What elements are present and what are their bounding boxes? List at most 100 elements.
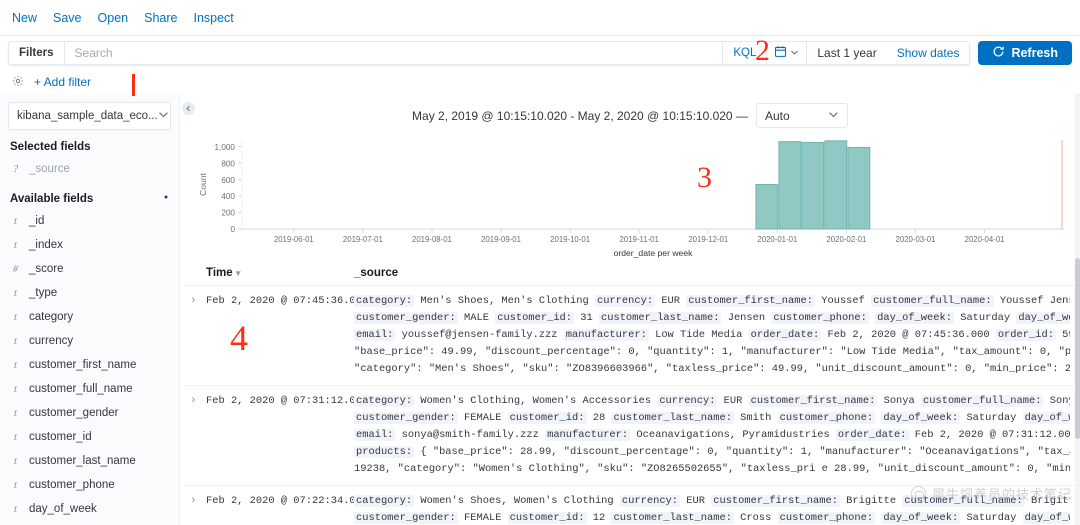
field-item-_score[interactable]: # _score [8, 257, 171, 281]
time-range-label: May 2, 2019 @ 10:15:10.020 - May 2, 2020… [412, 108, 748, 123]
field-type-icon: t [14, 479, 17, 491]
field-item-currency[interactable]: t currency [8, 329, 171, 353]
y-axis-tick-label: 800 [221, 159, 235, 168]
sidebar-collapse-button[interactable] [182, 102, 195, 115]
available-fields-list: t _id t _index # _score t _type t catego… [8, 209, 171, 525]
source-line: customer_gender: FEMALE customer_id: 12 … [354, 510, 1070, 525]
table-row[interactable]: › Feb 2, 2020 @ 07:22:34.000 category: Wom… [184, 485, 1080, 525]
chart-bar[interactable] [847, 146, 871, 230]
expand-row-icon[interactable]: › [184, 495, 197, 507]
gear-icon[interactable] [12, 75, 24, 90]
kql-toggle-button[interactable]: KQL [722, 42, 766, 64]
add-filter-button[interactable]: + Add filter [34, 75, 91, 89]
field-name: customer_gender [29, 407, 119, 419]
source-field-value: MALE [457, 312, 496, 324]
field-item-day_of_week[interactable]: t day_of_week [8, 497, 171, 521]
column-header-source[interactable]: _source [354, 262, 1080, 286]
calendar-icon [774, 45, 787, 61]
source-field-value: "base_price": 49.99, "discount_percentag… [354, 346, 1070, 358]
field-item-customer_full_name[interactable]: t customer_full_name [8, 377, 171, 401]
calendar-quick-select-button[interactable] [767, 42, 808, 64]
field-item-customer_last_name[interactable]: t customer_last_name [8, 449, 171, 473]
expand-row-icon[interactable]: › [184, 395, 197, 407]
nav-link-share[interactable]: Share [144, 11, 177, 25]
field-item-_id[interactable]: t _id [8, 209, 171, 233]
field-item-customer_id[interactable]: t customer_id [8, 425, 171, 449]
source-field-value: Oceanavigations, Pyramidustries [630, 429, 836, 441]
query-bar: Filters Search KQL Last 1 year Show date… [0, 36, 1080, 70]
field-settings-gear-icon[interactable] [161, 192, 171, 205]
x-axis-tick-label: 2019-06-01 [274, 235, 314, 244]
source-field-value: Men's Shoes, Men's Clothing [414, 295, 595, 307]
nav-link-save[interactable]: Save [53, 11, 82, 25]
expand-cell: › [184, 285, 206, 386]
content-panel: May 2, 2019 @ 10:15:10.020 - May 2, 2020… [180, 94, 1080, 525]
source-field-value: Smith [733, 412, 778, 424]
filters-button[interactable]: Filters [9, 42, 65, 64]
x-axis-tick-label: 2020-03-01 [896, 235, 936, 244]
x-axis-tick-label: 2019-11-01 [620, 235, 659, 244]
source-field-key: currency: [657, 395, 718, 407]
source-field-key: customer_gender: [354, 512, 458, 524]
nav-link-new[interactable]: New [12, 11, 37, 25]
field-item-_index[interactable]: t _index [8, 233, 171, 257]
source-field-value: 19238, "category": "Women's Clothing", "… [354, 463, 1070, 475]
field-item-customer_first_name[interactable]: t customer_first_name [8, 353, 171, 377]
search-input[interactable]: Search [65, 42, 723, 64]
source-field-key: day_of_week_i: [1022, 412, 1070, 424]
source-line: "base_price": 49.99, "discount_percentag… [354, 344, 1070, 361]
field-name: category [29, 311, 74, 323]
source-line: "category": "Men's Shoes", "sku": "ZO839… [354, 361, 1070, 378]
expand-cell: › [184, 385, 206, 486]
field-item-_source[interactable]: ? _source [8, 157, 171, 181]
sort-arrow-icon[interactable]: ▾ [236, 268, 241, 278]
source-line: products: { "base_price": 28.99, "discou… [354, 444, 1070, 461]
index-pattern-label: kibana_sample_data_eco... [17, 110, 158, 122]
interval-value: Auto [764, 108, 790, 123]
vertical-scrollbar-track[interactable] [1075, 94, 1080, 525]
source-field-key: customer_first_name: [686, 295, 815, 307]
source-line: email: sonya@smith-family.zzz manufactur… [354, 427, 1070, 444]
interval-select[interactable]: Auto [755, 103, 848, 128]
histogram-chart[interactable]: 0 200 400 600 800 1,000 Count 2019-06-01 2019-07… [180, 134, 1080, 262]
refresh-label: Refresh [1011, 46, 1058, 60]
table-row[interactable]: › Feb 2, 2020 @ 07:31:12.000 category: Wom… [184, 385, 1080, 486]
source-field-key: day_of_week: [881, 412, 961, 424]
source-field-key: customer_phone: [777, 412, 876, 424]
field-item-day_of_week_i[interactable]: # day_of_week_i [8, 521, 171, 525]
source-field-value: sonya@smith-family.zzz [395, 429, 546, 441]
chart-bar[interactable] [801, 141, 825, 230]
field-type-icon: t [14, 215, 17, 227]
chart-bar[interactable] [778, 141, 802, 230]
expand-row-icon[interactable]: › [184, 295, 197, 307]
selected-fields-list: ? _source [8, 157, 171, 181]
documents-table-container: Time ▾ _source › Feb 2, 2020 @ 07:45:36.0… [180, 262, 1080, 525]
main-area: kibana_sample_data_eco... Selected field… [0, 94, 1080, 525]
nav-link-open[interactable]: Open [98, 11, 129, 25]
field-name: currency [29, 335, 74, 347]
source-cell: category: Women's Shoes, Women's Clothin… [354, 485, 1080, 525]
time-cell: Feb 2, 2020 @ 07:45:36.000 [206, 285, 368, 386]
source-field-key: manufacturer: [545, 429, 631, 441]
table-row[interactable]: › Feb 2, 2020 @ 07:45:36.000 category: Men… [184, 285, 1080, 386]
source-field-key: customer_id: [507, 512, 587, 524]
chart-bar[interactable] [755, 184, 779, 230]
refresh-button[interactable]: Refresh [978, 41, 1072, 65]
date-picker: Last 1 year Show dates [766, 42, 969, 64]
field-type-icon: ? [12, 163, 19, 175]
chart-bar[interactable] [824, 140, 848, 230]
source-field-value: EUR [680, 495, 712, 507]
histogram-svg[interactable]: 0 200 400 600 800 1,000 Count 2019-06-01 2019-07… [194, 134, 1074, 259]
field-item-customer_phone[interactable]: t customer_phone [8, 473, 171, 497]
source-field-value: EUR [655, 295, 687, 307]
show-dates-button[interactable]: Show dates [887, 42, 970, 64]
column-header-time[interactable]: Time ▾ [206, 262, 354, 286]
source-field-value: Youssef [814, 295, 872, 307]
index-pattern-select[interactable]: kibana_sample_data_eco... [8, 102, 171, 130]
vertical-scrollbar-thumb[interactable] [1075, 257, 1080, 439]
field-item-category[interactable]: t category [8, 305, 171, 329]
field-item-_type[interactable]: t _type [8, 281, 171, 305]
field-item-customer_gender[interactable]: t customer_gender [8, 401, 171, 425]
nav-link-inspect[interactable]: Inspect [193, 11, 233, 25]
date-range-label[interactable]: Last 1 year [807, 42, 886, 64]
